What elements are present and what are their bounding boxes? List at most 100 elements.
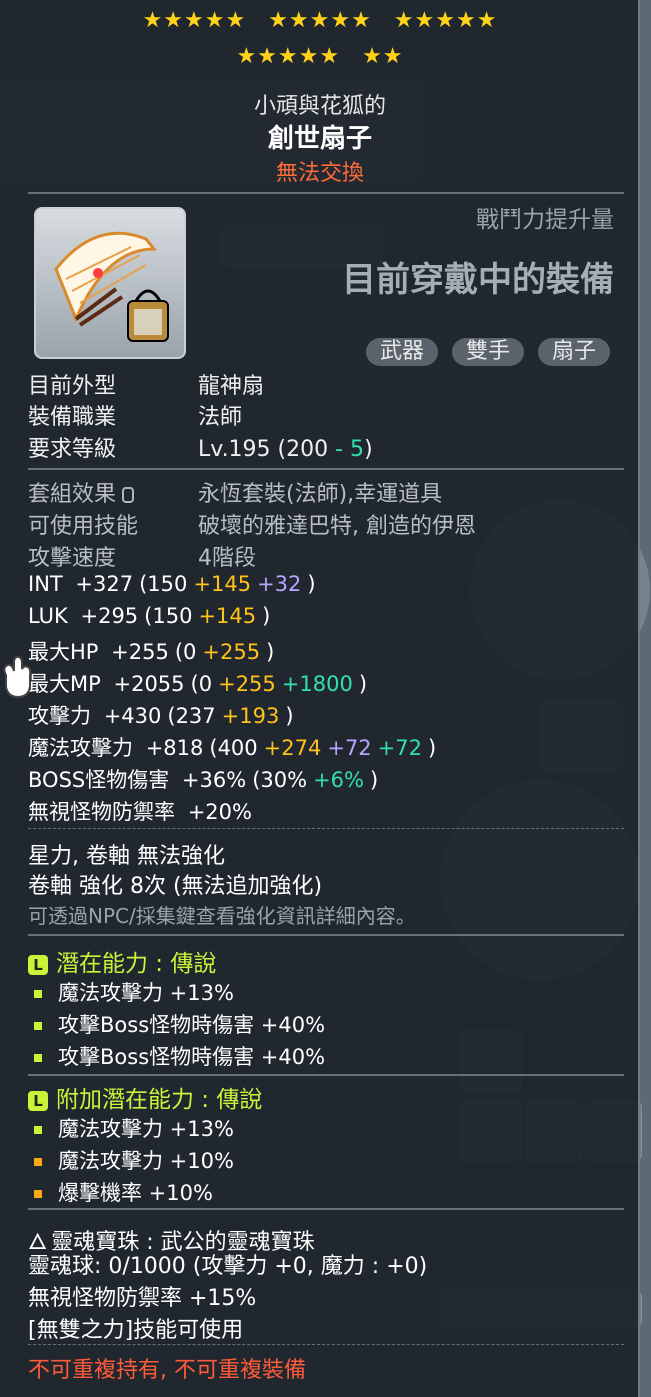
basic-value-end: ) xyxy=(364,437,373,462)
info-label: 可使用技能 xyxy=(28,514,139,539)
star-group: ★★★★★ xyxy=(142,8,247,33)
stat-end: ) xyxy=(358,672,368,696)
star-group: ★★ xyxy=(362,44,404,69)
basic-row-appearance: 目前外型 龍神扇 xyxy=(28,368,264,400)
stat-name: 最大MP xyxy=(28,672,101,696)
bonus-potential-line: 魔法攻擊力 +13% xyxy=(34,1113,234,1143)
stat-total: +430 xyxy=(103,704,162,728)
combat-power-label: 戰鬥力提升量 xyxy=(476,207,614,233)
divider xyxy=(28,192,624,194)
stat-row: INT +327 (150 +145 +32) xyxy=(28,572,322,596)
bullet-icon xyxy=(34,1022,42,1030)
stat-row: 最大HP +255 (0 +255) xyxy=(28,636,280,666)
stat-total: +20% xyxy=(187,800,252,824)
legendary-badge-icon: L xyxy=(28,1090,48,1111)
stat-add: +255 xyxy=(202,640,261,664)
bullet-icon xyxy=(34,1054,42,1062)
bonus-potential-text: 魔法攻擊力 +13% xyxy=(58,1117,234,1141)
info-row-speed: 攻擊速度 4階段 xyxy=(28,540,256,572)
stat-add: +145 xyxy=(198,604,257,628)
scroll-status: 卷軸 強化 8次 (無法追加強化) xyxy=(28,874,323,899)
upgrade-note: 可透過NPC/採集鍵查看強化資訊詳細內容。 xyxy=(28,904,416,928)
legendary-badge-icon: L xyxy=(28,954,48,975)
stat-total: +255 xyxy=(111,640,169,664)
potential-line: 魔法攻擊力 +13% xyxy=(34,977,234,1007)
stat-name: 魔法攻擊力 xyxy=(28,736,133,760)
stat-end: ) xyxy=(285,704,294,728)
basic-label: 目前外型 xyxy=(28,374,117,399)
lock-icon xyxy=(122,487,135,503)
stat-row: 無視怪物防禦率 +20% xyxy=(28,796,258,826)
star-group: ★★★★★ xyxy=(236,44,341,69)
unique-warning: 不可重複持有, 不可重複裝備 xyxy=(28,1358,306,1383)
divider xyxy=(28,1074,624,1076)
bullet-icon xyxy=(34,1126,42,1134)
info-label: 套組效果 xyxy=(28,476,198,508)
divider xyxy=(28,1344,624,1345)
level-reduction: - 5 xyxy=(335,437,365,462)
stat-total: +2055 xyxy=(113,672,185,696)
bullet-icon xyxy=(34,990,42,998)
tag-two-handed: 雙手 xyxy=(452,338,525,366)
stat-add: +274 xyxy=(263,736,322,760)
stat-row: 魔法攻擊力 +818 (400 +274 +72 +72) xyxy=(28,732,442,762)
stat-end: ) xyxy=(370,768,379,792)
soul-option: 無視怪物防禦率 +15% xyxy=(28,1286,257,1311)
bonus-potential-line: 魔法攻擊力 +10% xyxy=(34,1145,234,1175)
potential-line: 攻擊Boss怪物時傷害 +40% xyxy=(34,1041,325,1071)
star-force-row-1: ★★★★★ ★★★★★ ★★★★★ xyxy=(0,8,640,33)
basic-label: 裝備職業 xyxy=(28,405,117,430)
stat-total: +818 xyxy=(145,736,204,760)
tag-weapon: 武器 xyxy=(366,338,439,366)
item-icon-frame xyxy=(34,207,186,359)
info-row-skill: 可使用技能 破壞的雅達巴特, 創造的伊恩 xyxy=(28,508,476,540)
bonus-potential-header: L 附加潛在能力 : 傳說 xyxy=(28,1080,262,1114)
upgrade-status: 星力, 卷軸 無法強化 xyxy=(28,844,225,869)
info-value: 永恆套裝(法師),幸運道具 xyxy=(198,482,443,507)
stat-add: +255 xyxy=(218,672,276,696)
item-tooltip: ★★★★★ ★★★★★ ★★★★★ ★★★★★ ★★ 小頑與花狐的 創世扇子 無法交換… xyxy=(0,0,640,1397)
stat-extra: +1800 xyxy=(281,672,353,696)
potential-text: 攻擊Boss怪物時傷害 +40% xyxy=(58,1013,326,1037)
basic-value: 龍神扇 xyxy=(198,374,265,399)
soul-gauge: 靈魂球: 0/1000 (攻擊力 +0, 魔力 : +0) xyxy=(28,1254,428,1279)
stat-name: 攻擊力 xyxy=(28,704,91,728)
stat-extra: +6% xyxy=(313,768,364,792)
stat-end: ) xyxy=(266,640,275,664)
stat-row: LUK +295 (150 +145) xyxy=(28,604,276,628)
stat-base: (0 xyxy=(190,672,213,696)
item-owner: 小頑與花狐的 xyxy=(253,94,386,119)
stat-end: ) xyxy=(262,604,271,628)
basic-label: 要求等級 xyxy=(28,437,117,462)
bonus-potential-text: 魔法攻擊力 +10% xyxy=(58,1149,234,1173)
divider xyxy=(28,828,624,829)
stat-name: 無視怪物防禦率 xyxy=(28,800,175,824)
stat-row: 攻擊力 +430 (237 +193) xyxy=(28,700,300,730)
stat-row: 最大MP +2055 (0 +255 +1800) xyxy=(28,668,373,698)
potential-text: 魔法攻擊力 +13% xyxy=(58,981,234,1005)
stat-base: (237 xyxy=(167,704,216,728)
stat-total: +295 xyxy=(80,604,139,628)
stat-add: +193 xyxy=(221,704,280,728)
stat-extra2: +72 xyxy=(377,736,422,760)
bullet-icon xyxy=(34,1158,42,1166)
stat-base: (150 xyxy=(139,572,188,596)
stat-add: +145 xyxy=(193,572,252,596)
star-force-row-2: ★★★★★ ★★ xyxy=(0,44,640,69)
stat-end: ) xyxy=(428,736,437,760)
info-label: 攻擊速度 xyxy=(28,546,117,571)
trade-status: 無法交換 xyxy=(275,161,364,186)
fan-weapon-icon xyxy=(54,231,169,342)
info-value: 4階段 xyxy=(198,546,256,571)
bonus-potential-text: 爆擊機率 +10% xyxy=(58,1181,213,1205)
star-group: ★★★★★ xyxy=(393,8,498,33)
star-group: ★★★★★ xyxy=(268,8,372,33)
stat-base: (0 xyxy=(174,640,197,664)
potential-header: L 潛在能力 : 傳說 xyxy=(28,944,216,978)
potential-title: 潛在能力 : 傳說 xyxy=(56,951,217,977)
basic-row-level: 要求等級 Lv.195 (200 - 5) xyxy=(28,431,373,463)
stat-base: (30% xyxy=(252,768,308,792)
glove-cursor-icon xyxy=(3,655,32,699)
bullet-icon xyxy=(34,1190,42,1198)
item-name: 創世扇子 xyxy=(267,124,372,154)
